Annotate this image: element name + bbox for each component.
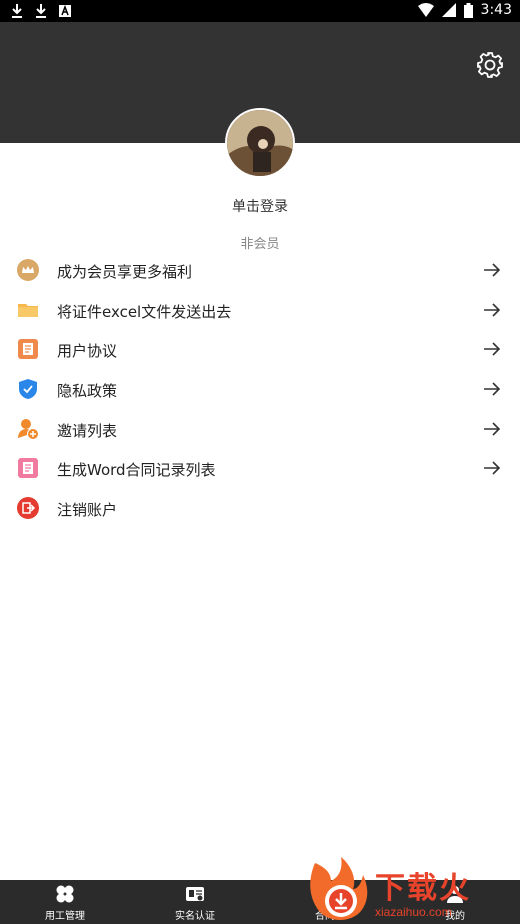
menu-item-label: 生成Word合同记录列表 bbox=[57, 461, 216, 480]
grid-icon bbox=[56, 885, 74, 903]
shield-icon bbox=[19, 379, 37, 400]
tab-employment-management[interactable]: 用工管理 bbox=[0, 880, 130, 924]
menu-item-label: 成为会员享更多福利 bbox=[57, 263, 193, 281]
menu-item-label: 用户协议 bbox=[57, 342, 118, 361]
add-user-icon bbox=[18, 418, 39, 440]
watermark-logo: 下载火 xiazaihuo.com bbox=[305, 855, 520, 924]
wifi-icon bbox=[417, 3, 434, 17]
membership-status: 非会员 bbox=[240, 237, 280, 252]
menu-item-label: 注销账户 bbox=[57, 501, 118, 520]
watermark-brand: 下载火 bbox=[375, 871, 471, 906]
menu-item-delete-account[interactable]: 注销账户 bbox=[0, 489, 520, 529]
arrow-right-icon bbox=[484, 382, 501, 396]
watermark-url: xiazaihuo.com bbox=[375, 905, 452, 919]
menu-item-invite-list[interactable]: 邀请列表 bbox=[0, 410, 520, 450]
status-right: 3:43 bbox=[417, 2, 512, 18]
document-icon bbox=[18, 339, 38, 360]
avatar-photo bbox=[227, 110, 293, 176]
login-prompt[interactable]: 单击登录 bbox=[0, 196, 520, 216]
crown-icon bbox=[17, 259, 39, 281]
menu-item-send-excel[interactable]: 将证件excel文件发送出去 bbox=[0, 291, 520, 331]
arrow-right-icon bbox=[484, 422, 501, 436]
record-icon bbox=[18, 458, 38, 479]
arrow-right-icon bbox=[484, 263, 501, 277]
logout-icon bbox=[17, 497, 39, 520]
tab-label: 实名认证 bbox=[175, 911, 215, 922]
menu-item-label: 将证件excel文件发送出去 bbox=[57, 302, 232, 321]
id-card-icon bbox=[186, 887, 204, 901]
menu-item-label: 邀请列表 bbox=[57, 421, 118, 440]
gear-icon[interactable] bbox=[476, 51, 504, 79]
menu-item-membership[interactable]: 成为会员享更多福利 bbox=[0, 251, 520, 291]
tab-real-name-verification[interactable]: 实名认证 bbox=[130, 880, 260, 924]
status-time: 3:43 bbox=[480, 2, 512, 18]
flame-logo-icon bbox=[310, 857, 368, 920]
menu-item-user-agreement[interactable]: 用户协议 bbox=[0, 330, 520, 370]
font-a-icon bbox=[59, 4, 71, 17]
status-bar: 3:43 bbox=[0, 0, 520, 22]
menu-item-label: 隐私政策 bbox=[57, 382, 118, 401]
menu-item-word-contract-records[interactable]: 生成Word合同记录列表 bbox=[0, 449, 520, 489]
settings-menu: 成为会员享更多福利 将证件excel文件发送出去 用户协议 隐私政策 邀请列表 … bbox=[0, 251, 520, 529]
arrow-right-icon bbox=[484, 461, 501, 476]
folder-icon bbox=[18, 303, 38, 317]
download-icon bbox=[12, 4, 22, 18]
download-icon bbox=[36, 4, 46, 18]
avatar[interactable] bbox=[225, 108, 295, 178]
signal-icon bbox=[441, 3, 456, 17]
tab-label: 用工管理 bbox=[45, 911, 85, 922]
menu-item-privacy-policy[interactable]: 隐私政策 bbox=[0, 370, 520, 410]
arrow-right-icon bbox=[484, 342, 501, 356]
status-left-icons bbox=[10, 3, 72, 19]
arrow-right-icon bbox=[484, 303, 501, 317]
battery-icon bbox=[463, 2, 473, 18]
